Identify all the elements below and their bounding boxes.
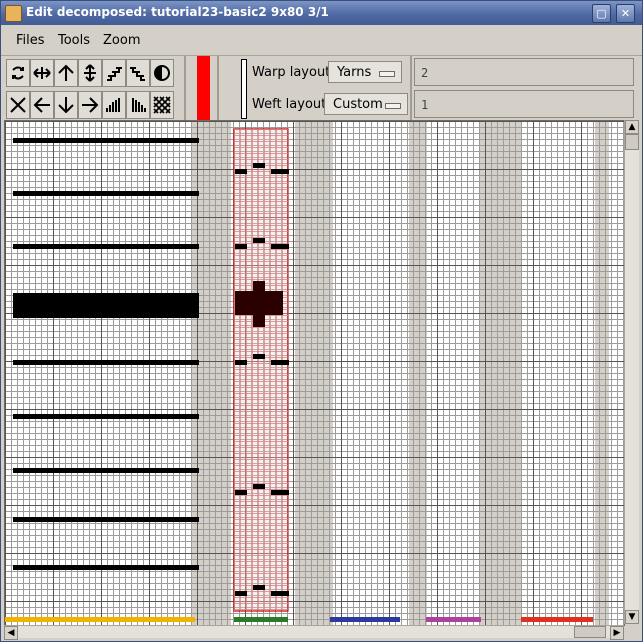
toolbar: Warp layout Yarns Weft layout Custom 2 1 xyxy=(1,56,642,120)
menu-tools[interactable]: Tools xyxy=(58,33,90,48)
toolbar-separator xyxy=(410,56,412,120)
active-color-swatch[interactable] xyxy=(197,56,210,120)
flip-vertical-icon[interactable] xyxy=(78,59,102,87)
motif-cell xyxy=(253,354,265,359)
slider-indicator[interactable] xyxy=(241,59,247,119)
dropdown-indicator-icon xyxy=(385,103,401,109)
warp-repeat-field[interactable]: 2 xyxy=(414,58,634,86)
motif-cell xyxy=(235,591,247,596)
dropdown-indicator-icon xyxy=(379,71,395,77)
menu-files[interactable]: Files xyxy=(16,33,45,48)
flip-horizontal-icon[interactable] xyxy=(30,59,54,87)
app-icon xyxy=(5,5,22,22)
color-bar xyxy=(5,617,195,622)
clear-icon[interactable] xyxy=(6,91,30,119)
warp-layout-label: Warp layout xyxy=(252,65,331,80)
color-bar xyxy=(521,617,593,622)
vertical-scroll-thumb[interactable] xyxy=(625,134,639,150)
motif-cell xyxy=(235,490,247,495)
toolbar-separator xyxy=(217,56,219,120)
motif-cell xyxy=(253,585,265,590)
scroll-down-icon[interactable]: ▼ xyxy=(625,610,639,624)
weft-repeat-field[interactable]: 1 xyxy=(414,90,634,118)
warp-layout-select[interactable]: Yarns xyxy=(328,61,402,83)
weft-layout-label: Weft layout xyxy=(252,97,327,112)
weft-layout-select[interactable]: Custom xyxy=(324,93,408,115)
maximize-button[interactable]: ▢ xyxy=(592,4,611,23)
decomposed-grid-canvas[interactable] xyxy=(4,120,625,626)
scroll-left-icon[interactable]: ◀ xyxy=(4,626,18,640)
vertical-scrollbar[interactable]: ▲ ▼ xyxy=(624,120,639,624)
scroll-right-icon[interactable]: ▶ xyxy=(610,626,624,640)
motif-cell xyxy=(235,244,247,249)
weave-grid[interactable] xyxy=(5,121,624,625)
menu-bar: Files Tools Zoom xyxy=(1,26,642,56)
motif-cell xyxy=(271,360,289,365)
weft-row xyxy=(13,468,199,473)
color-bar xyxy=(234,617,288,622)
motif-cell xyxy=(235,360,247,365)
weft-row xyxy=(13,565,199,570)
half-circle-icon[interactable] xyxy=(150,59,174,87)
motif-cell xyxy=(271,591,289,596)
menu-zoom[interactable]: Zoom xyxy=(103,33,140,48)
motif-cell xyxy=(253,484,265,489)
motif-cell xyxy=(235,169,247,174)
motif-cell xyxy=(271,490,289,495)
rotate-icon[interactable] xyxy=(6,59,30,87)
stair-right-icon[interactable] xyxy=(102,59,126,87)
weft-row xyxy=(13,517,199,522)
warp-layout-value: Yarns xyxy=(337,65,372,80)
stair-left-icon[interactable] xyxy=(126,59,150,87)
weft-row xyxy=(13,191,199,196)
color-bar xyxy=(330,617,400,622)
arrow-down-icon[interactable] xyxy=(54,91,78,119)
arrow-right-icon[interactable] xyxy=(78,91,102,119)
motif-cell xyxy=(253,238,265,243)
weft-row xyxy=(13,360,199,365)
twill-left-icon[interactable] xyxy=(126,91,150,119)
horizontal-scroll-thumb[interactable] xyxy=(574,626,606,638)
horizontal-scrollbar[interactable]: ◀ ▶ xyxy=(4,625,624,640)
weft-band xyxy=(13,293,199,318)
scroll-up-icon[interactable]: ▲ xyxy=(625,120,639,134)
title-bar[interactable]: Edit decomposed: tutorial23-basic2 9x80 … xyxy=(1,1,642,25)
close-button[interactable]: ✕ xyxy=(616,4,635,23)
motif-cell xyxy=(271,244,289,249)
toolbar-separator xyxy=(184,56,186,120)
weft-row xyxy=(13,244,199,249)
twill-right-icon[interactable] xyxy=(102,91,126,119)
weft-row xyxy=(13,138,199,143)
arrow-left-icon[interactable] xyxy=(30,91,54,119)
checker-icon[interactable] xyxy=(150,91,174,119)
color-bar xyxy=(426,617,481,622)
motif-cell xyxy=(271,169,289,174)
arrow-up-icon[interactable] xyxy=(54,59,78,87)
window-title: Edit decomposed: tutorial23-basic2 9x80 … xyxy=(26,5,329,19)
weft-layout-value: Custom xyxy=(333,97,383,112)
weft-row xyxy=(13,414,199,419)
motif-cell xyxy=(253,163,265,168)
